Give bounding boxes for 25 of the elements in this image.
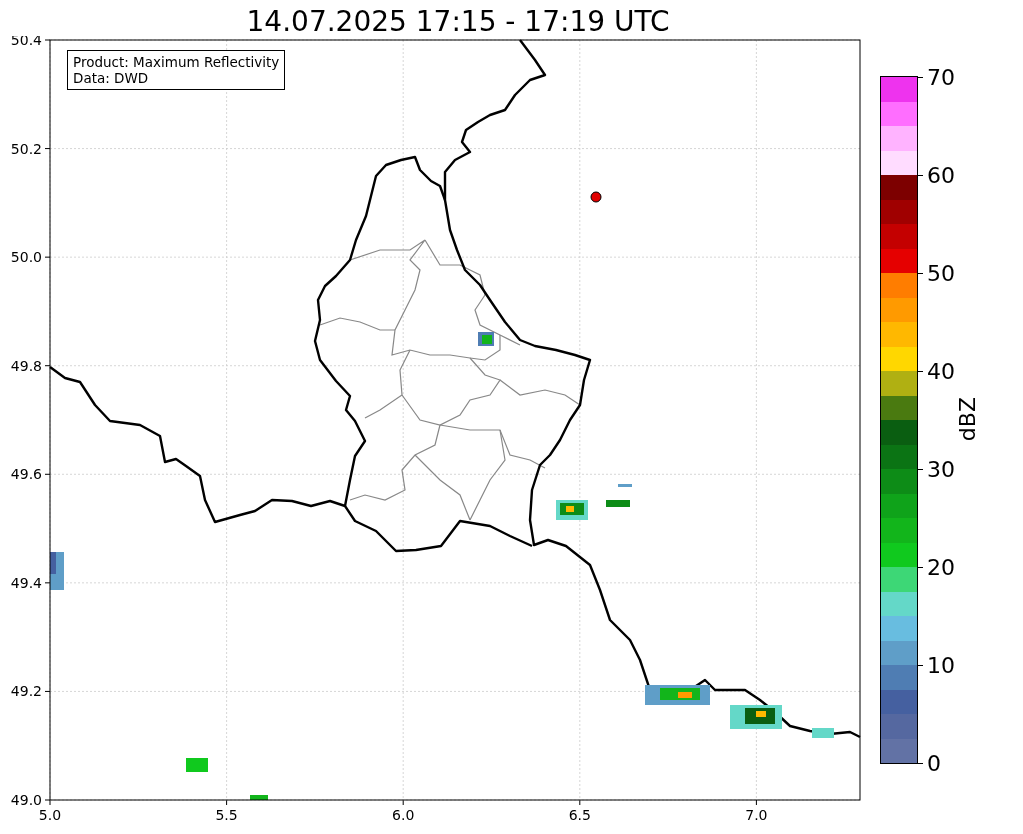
colorbar-tick-label: 60	[927, 162, 955, 188]
colorbar-tick-label: 70	[927, 64, 955, 90]
info-text: Data: DWD	[73, 70, 150, 86]
y-axis-tick-label: 49.4	[10, 574, 42, 591]
colorbar-label: dBZ	[955, 396, 980, 442]
colorbar-tick-label: 40	[927, 358, 955, 384]
colorbar-tick-label: 0	[927, 750, 941, 776]
x-axis-tick-label: 5.5	[215, 807, 238, 823]
x-axis-tick-label: 7.0	[745, 807, 768, 823]
y-axis-tick-label: 50.2	[10, 140, 42, 157]
y-axis-tick-label: 49.0	[10, 792, 42, 808]
colorbar-tick-label: 10	[927, 652, 955, 678]
chart-title: 14.07.2025 17:15 - 17:19 UTC	[245, 3, 671, 36]
colorbar-tick-label: 30	[927, 456, 955, 482]
y-axis-tick-label: 49.8	[10, 357, 42, 374]
location-marker	[590, 191, 602, 203]
colorbar-tick-label: 50	[927, 260, 955, 286]
y-axis-tick-label: 49.2	[10, 683, 42, 700]
y-axis-tick-label: 50.0	[10, 249, 42, 266]
x-axis-tick-label: 6.0	[392, 807, 415, 823]
colorbar-tick-label: 20	[927, 554, 955, 580]
y-axis-tick-label: 49.6	[10, 466, 42, 483]
x-axis-tick-label: 6.5	[568, 807, 591, 823]
info-text: Product: Maximum Reflectivity	[73, 54, 280, 70]
x-axis-tick-label: 5.0	[38, 807, 62, 823]
